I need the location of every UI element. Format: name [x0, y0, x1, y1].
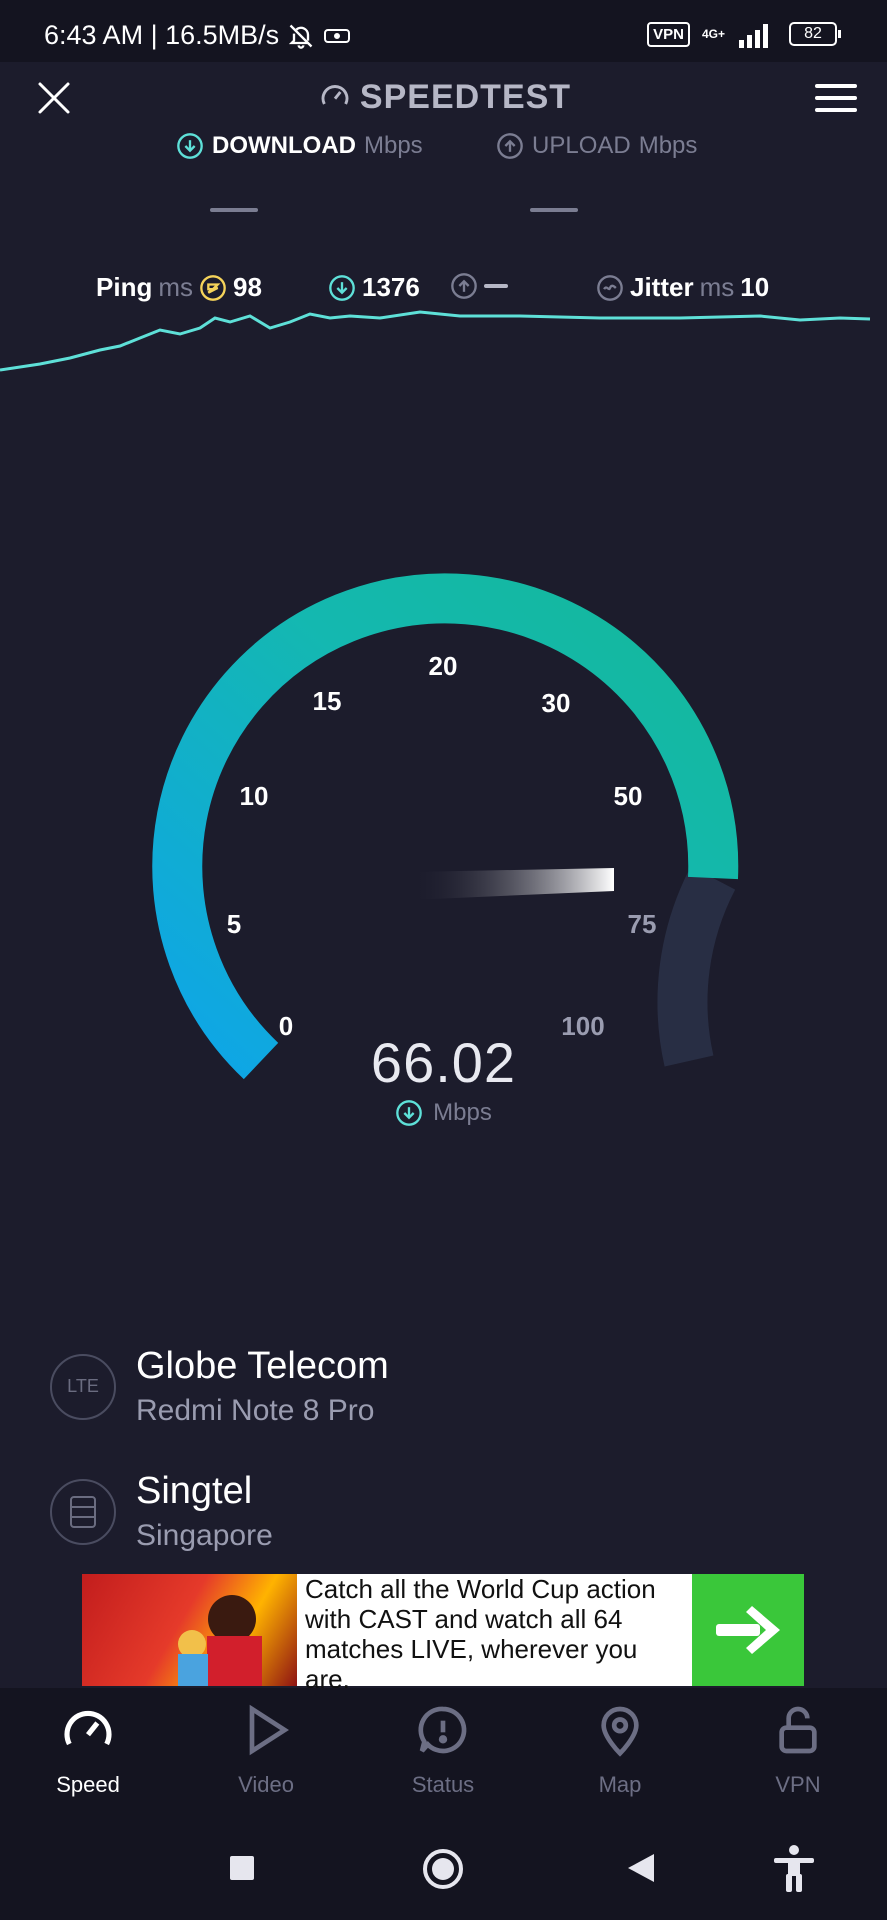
- app-title-text: SPEEDTEST: [359, 78, 572, 116]
- tick-20: 20: [429, 651, 458, 681]
- server-icon: [50, 1478, 116, 1545]
- nav-vpn[interactable]: VPN: [738, 1702, 858, 1798]
- status-right: VPN 4G+ 82: [647, 20, 841, 48]
- ad-cta-button[interactable]: [692, 1574, 804, 1686]
- upload-result-placeholder: [530, 208, 578, 212]
- nav-video[interactable]: Video: [206, 1702, 326, 1798]
- speedometer-icon: [321, 85, 349, 105]
- bottom-nav: Speed Video Status Map VPN: [0, 1688, 887, 1818]
- nav-map-label: Map: [598, 1772, 642, 1797]
- ping-value: 98: [233, 272, 262, 302]
- server-text: Singtel Singapore: [136, 1470, 273, 1553]
- upload-small-icon: [451, 273, 477, 299]
- tick-5: 5: [227, 909, 241, 939]
- speed-history-graph: [0, 310, 871, 372]
- jitter-label: Jitter: [630, 272, 694, 302]
- recents-icon[interactable]: [228, 1854, 256, 1882]
- server-info[interactable]: Singtel Singapore: [50, 1470, 273, 1553]
- screen-record-icon: [324, 28, 351, 43]
- tick-10: 10: [240, 781, 269, 811]
- system-nav-bar: [0, 1818, 887, 1920]
- upload-stat: [450, 272, 508, 300]
- nav-status-label: Status: [411, 1772, 475, 1797]
- ping-unit: ms: [158, 272, 194, 302]
- lte-badge: LTE: [67, 1376, 99, 1396]
- provider-name: Globe Telecom: [136, 1345, 389, 1387]
- speed-tab-icon: [64, 1710, 112, 1746]
- lock-open-icon: [779, 1706, 817, 1754]
- nav-vpn-label: VPN: [775, 1772, 821, 1797]
- back-icon[interactable]: [626, 1852, 656, 1884]
- status-bar: 6:43 AM | 16.5MB/s VPN 4G+ 82: [0, 0, 887, 62]
- tick-30: 30: [542, 688, 571, 718]
- speed-readout: 66.02 Mbps: [0, 1030, 887, 1127]
- arrow-right-icon: [716, 1606, 780, 1654]
- download-stat: 1376: [328, 272, 420, 303]
- bell-off-icon: [288, 24, 313, 49]
- speed-value: 66.02: [370, 1031, 517, 1094]
- speed-history-line: [0, 310, 871, 372]
- speed-unit-row: Mbps: [0, 1099, 887, 1127]
- jitter-stat: Jitter ms 10: [596, 272, 769, 303]
- nav-map[interactable]: Map: [560, 1702, 680, 1798]
- tick-15: 15: [313, 686, 342, 716]
- nav-status[interactable]: Status: [383, 1702, 503, 1798]
- download-label: DOWNLOAD: [212, 132, 356, 159]
- upload-icon: [497, 133, 523, 159]
- home-icon[interactable]: [422, 1848, 464, 1890]
- provider-text: Globe Telecom Redmi Note 8 Pro: [136, 1345, 389, 1428]
- download-header: DOWNLOAD Mbps: [176, 132, 423, 160]
- device-name: Redmi Note 8 Pro: [136, 1394, 375, 1427]
- status-alert-icon: [418, 1706, 467, 1754]
- tick-50: 50: [614, 781, 643, 811]
- app-title: SPEEDTEST: [0, 78, 887, 117]
- lte-icon: LTE: [50, 1353, 116, 1420]
- map-pin-icon: [601, 1706, 639, 1757]
- accessibility-icon[interactable]: [772, 1844, 816, 1894]
- status-time-speed: 6:43 AM | 16.5MB/s: [44, 20, 280, 50]
- gauge-needle: [410, 868, 614, 900]
- upload-header: UPLOAD Mbps: [496, 132, 697, 160]
- ad-banner[interactable]: Catch all the World Cup action with CAST…: [82, 1574, 804, 1694]
- menu-icon[interactable]: [815, 82, 857, 114]
- jitter-value: 10: [740, 272, 770, 302]
- ping-stat: Ping ms 98: [96, 272, 262, 303]
- ad-text: Catch all the World Cup action with CAST…: [305, 1574, 656, 1694]
- battery-indicator: 82: [789, 22, 841, 46]
- network-type: 4G+: [701, 27, 725, 41]
- jitter-unit: ms: [699, 272, 735, 302]
- download-unit: Mbps: [363, 132, 423, 159]
- provider-info[interactable]: LTE Globe Telecom Redmi Note 8 Pro: [50, 1345, 389, 1428]
- download-stat-value: 1376: [362, 272, 420, 302]
- status-left: 6:43 AM | 16.5MB/s: [44, 20, 351, 51]
- ping-icon: [200, 274, 226, 301]
- signal-icon: [739, 24, 768, 48]
- app-header: SPEEDTEST: [0, 62, 887, 134]
- nav-speed-label: Speed: [56, 1772, 120, 1797]
- upload-label: UPLOAD: [532, 132, 631, 159]
- download-result-placeholder: [210, 208, 258, 212]
- speed-unit: Mbps: [433, 1099, 492, 1126]
- upload-unit: Mbps: [638, 132, 698, 159]
- tick-75: 75: [628, 909, 657, 939]
- server-location: Singapore: [136, 1519, 273, 1552]
- speed-headers: DOWNLOAD Mbps UPLOAD Mbps: [0, 132, 887, 172]
- play-icon: [249, 1704, 289, 1756]
- ad-image: [82, 1574, 297, 1686]
- upload-stat-dash: [484, 284, 508, 288]
- jitter-icon: [597, 274, 623, 301]
- nav-speed[interactable]: Speed: [28, 1702, 148, 1798]
- download-readout-icon: [396, 1100, 422, 1126]
- ping-label: Ping: [96, 272, 153, 302]
- nav-video-label: Video: [238, 1772, 294, 1797]
- server-name: Singtel: [136, 1470, 253, 1512]
- vpn-badge: VPN: [647, 21, 690, 47]
- download-small-icon: [329, 274, 355, 301]
- download-icon: [177, 133, 203, 159]
